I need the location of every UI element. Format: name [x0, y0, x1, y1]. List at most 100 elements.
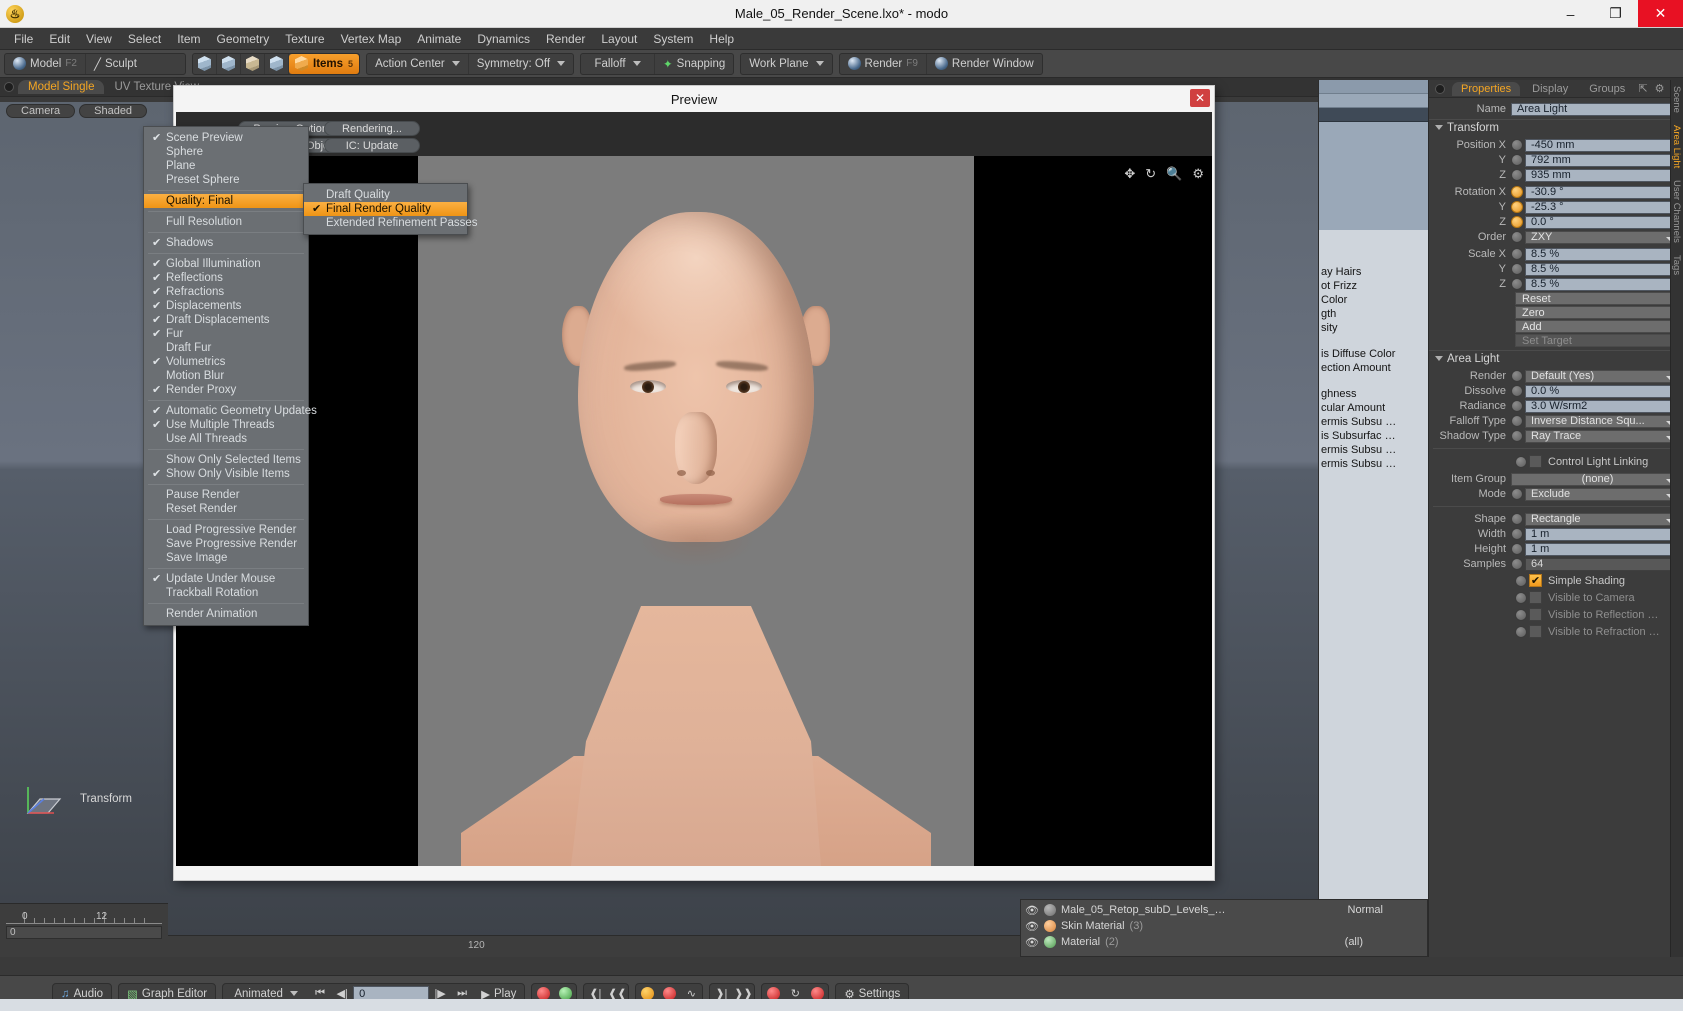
- order-dropdown[interactable]: ZXY: [1525, 230, 1679, 244]
- rotation-y-input[interactable]: -25.3 °: [1525, 200, 1679, 214]
- context-menu-item[interactable]: ✔ Use Multiple Threads: [144, 418, 308, 432]
- context-menu-item[interactable]: ✔ Displacements: [144, 299, 308, 313]
- simple-shading-checkbox[interactable]: ✔: [1529, 574, 1542, 587]
- add-transform-button[interactable]: Add: [1515, 320, 1679, 333]
- gear-icon[interactable]: ⚙: [1655, 82, 1665, 95]
- dissolve-knob[interactable]: [1511, 385, 1523, 397]
- context-menu-item[interactable]: Full Resolution: [144, 215, 308, 229]
- visible-to-camera-knob[interactable]: [1515, 591, 1527, 604]
- order-knob[interactable]: [1511, 231, 1523, 243]
- menu-animate[interactable]: Animate: [409, 30, 469, 48]
- simple-shading-row[interactable]: ✔ Simple Shading: [1429, 573, 1683, 588]
- dissolve-input[interactable]: 0.0 %: [1525, 384, 1679, 398]
- item-row[interactable]: 👁 Male_05_Retop_subD_Levels_… Normal: [1025, 902, 1423, 918]
- shader-row-10[interactable]: is Subsurfac …: [1319, 430, 1428, 444]
- eye-icon[interactable]: 👁: [1025, 904, 1039, 917]
- context-menu-item[interactable]: Show Only Selected Items: [144, 453, 308, 467]
- width-input[interactable]: 1 m: [1525, 527, 1679, 541]
- position-z-input[interactable]: 935 mm: [1525, 168, 1679, 182]
- gear-icon[interactable]: ⚙: [1192, 166, 1204, 182]
- context-menu-item[interactable]: ✔ Fur: [144, 327, 308, 341]
- position-z-knob[interactable]: [1511, 169, 1523, 181]
- mode-knob[interactable]: [1511, 488, 1523, 500]
- tab-display[interactable]: Display: [1523, 82, 1577, 96]
- context-menu-item[interactable]: Sphere: [144, 145, 308, 159]
- section-area-light[interactable]: Area Light: [1429, 350, 1683, 366]
- shader-row-3[interactable]: gth: [1319, 308, 1428, 322]
- radiance-knob[interactable]: [1511, 400, 1523, 412]
- shader-row-4[interactable]: sity: [1319, 322, 1428, 336]
- item-group-dropdown[interactable]: (none): [1511, 472, 1679, 486]
- position-y-knob[interactable]: [1511, 154, 1523, 166]
- scale-z-input[interactable]: 8.5 %: [1525, 277, 1679, 291]
- zoom-icon[interactable]: 🔍: [1166, 166, 1182, 182]
- visible-to-refraction-checkbox[interactable]: [1529, 625, 1542, 638]
- context-menu-item[interactable]: Pause Render: [144, 488, 308, 502]
- render-knob[interactable]: [1511, 370, 1523, 382]
- shader-tree-column[interactable]: ay Hairs ot Frizz Color gth sity is Diff…: [1318, 80, 1428, 957]
- shadow-type-dropdown[interactable]: Ray Trace: [1525, 429, 1679, 443]
- context-menu-item[interactable]: ✔ Shadows: [144, 236, 308, 250]
- menu-layout[interactable]: Layout: [593, 30, 645, 48]
- preview-close-button[interactable]: ✕: [1190, 89, 1210, 107]
- viewport-tab-shaded[interactable]: Shaded: [79, 104, 148, 118]
- samples-knob[interactable]: [1511, 558, 1523, 570]
- section-transform[interactable]: Transform: [1429, 119, 1683, 135]
- menu-help[interactable]: Help: [701, 30, 742, 48]
- shader-row-1[interactable]: ot Frizz: [1319, 280, 1428, 294]
- item-list-panel[interactable]: 👁 Male_05_Retop_subD_Levels_… Normal 👁 S…: [1020, 899, 1428, 957]
- render-dropdown[interactable]: Default (Yes): [1525, 369, 1679, 383]
- reset-transform-button[interactable]: Reset: [1515, 292, 1679, 305]
- rotation-z-knob[interactable]: [1511, 216, 1523, 228]
- position-x-input[interactable]: -450 mm: [1525, 138, 1679, 152]
- simple-shading-knob[interactable]: [1515, 574, 1527, 587]
- preview-canvas[interactable]: ✥ ↻ 🔍 ⚙: [176, 156, 1212, 866]
- material-mode-button[interactable]: [265, 53, 289, 74]
- snapping-button[interactable]: ✦ Snapping: [655, 54, 733, 74]
- rotation-z-input[interactable]: 0.0 °: [1525, 215, 1679, 229]
- close-button[interactable]: ✕: [1638, 0, 1683, 27]
- shader-row-9[interactable]: ermis Subsu …: [1319, 416, 1428, 430]
- model-mode-button[interactable]: Model F2: [5, 53, 86, 74]
- action-center-dropdown[interactable]: Action Center: [367, 53, 469, 74]
- radiance-input[interactable]: 3.0 W/srm2: [1525, 399, 1679, 413]
- context-menu-item[interactable]: ✔ Global Illumination: [144, 257, 308, 271]
- scale-y-input[interactable]: 8.5 %: [1525, 262, 1679, 276]
- vertex-mode-button[interactable]: [193, 53, 217, 74]
- eye-icon[interactable]: 👁: [1025, 920, 1039, 933]
- quality-submenu[interactable]: Draft Quality ✔ Final Render Quality Extend…: [303, 183, 478, 235]
- scale-z-knob[interactable]: [1511, 278, 1523, 290]
- context-menu-item[interactable]: ✔ Refractions: [144, 285, 308, 299]
- ic-update-button[interactable]: IC: Update: [324, 138, 420, 153]
- height-knob[interactable]: [1511, 543, 1523, 555]
- context-menu-item[interactable]: ✔ Show Only Visible Items: [144, 467, 308, 481]
- item-row[interactable]: 👁 Skin Material (3): [1025, 918, 1423, 934]
- shape-knob[interactable]: [1511, 513, 1523, 525]
- frame-track[interactable]: 0: [6, 926, 162, 939]
- expand-icon[interactable]: ⇱: [1638, 82, 1647, 95]
- falloff-dropdown[interactable]: Falloff: [581, 53, 656, 74]
- visible-to-reflection-checkbox[interactable]: [1529, 608, 1542, 621]
- rotation-x-knob[interactable]: [1511, 186, 1523, 198]
- rotation-y-knob[interactable]: [1511, 201, 1523, 213]
- falloff-type-knob[interactable]: [1511, 415, 1523, 427]
- context-menu-item[interactable]: Save Progressive Render: [144, 537, 308, 551]
- context-menu-item[interactable]: ✔ Reflections: [144, 271, 308, 285]
- scale-x-knob[interactable]: [1511, 248, 1523, 260]
- submenu-item[interactable]: ✔ Final Render Quality: [304, 202, 467, 216]
- timeline-ruler[interactable]: 0 12 0: [0, 903, 168, 957]
- edge-mode-button[interactable]: [217, 53, 241, 74]
- items-mode-button[interactable]: Items 5: [289, 53, 360, 74]
- falloff-type-dropdown[interactable]: Inverse Distance Squ...: [1525, 414, 1679, 428]
- context-menu-item[interactable]: ✔ Draft Displacements: [144, 313, 308, 327]
- control-light-linking-knob[interactable]: [1515, 455, 1527, 468]
- context-menu-item[interactable]: Use All Threads: [144, 432, 308, 446]
- context-menu-item[interactable]: Save Image: [144, 551, 308, 565]
- position-x-knob[interactable]: [1511, 139, 1523, 151]
- scale-y-knob[interactable]: [1511, 263, 1523, 275]
- polygon-mode-button[interactable]: [241, 53, 265, 74]
- menu-dynamics[interactable]: Dynamics: [469, 30, 538, 48]
- symmetry-dropdown[interactable]: Symmetry: Off: [469, 54, 573, 74]
- shadow-type-knob[interactable]: [1511, 430, 1523, 442]
- side-tab-scene[interactable]: Scene: [1671, 80, 1682, 119]
